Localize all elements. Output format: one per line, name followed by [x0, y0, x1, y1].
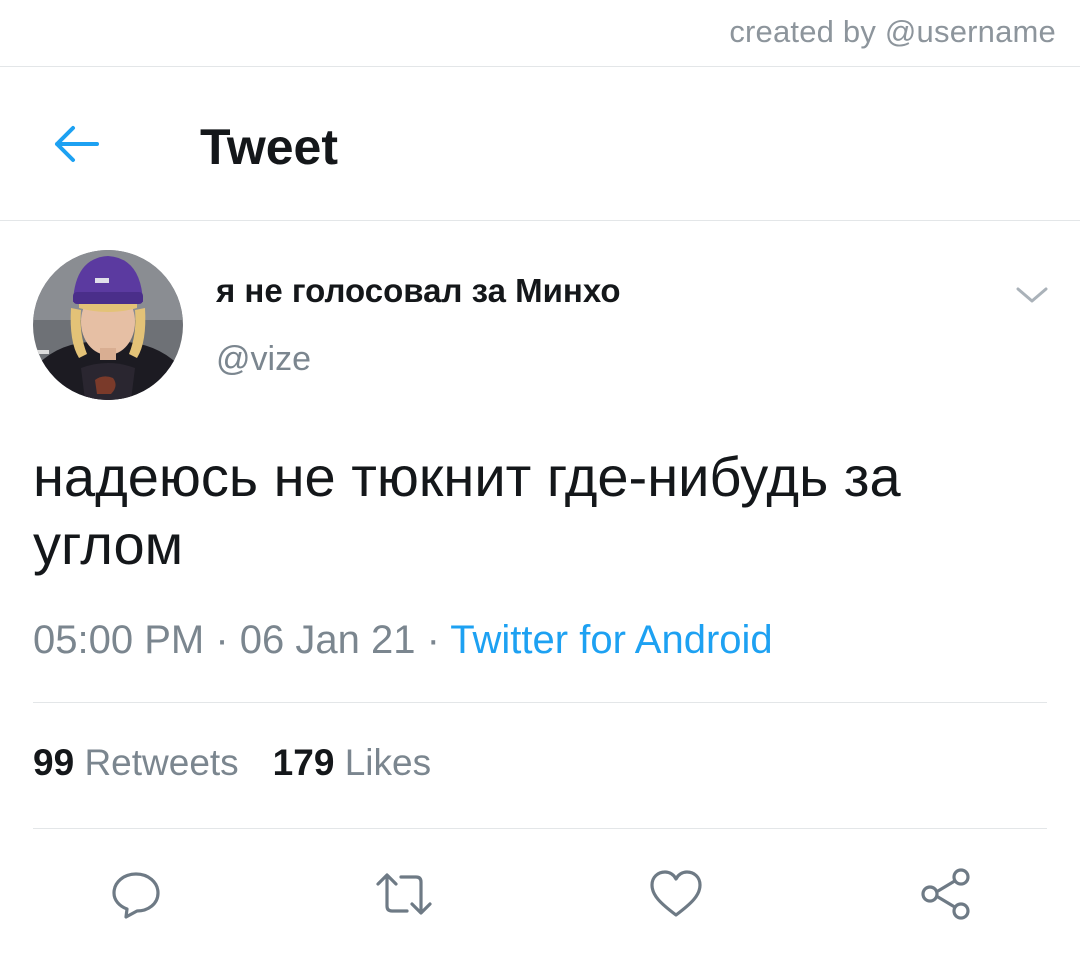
retweets-count: 99 — [33, 742, 75, 783]
like-button[interactable] — [646, 864, 706, 924]
retweet-icon — [376, 873, 432, 915]
more-options-button[interactable] — [1012, 280, 1052, 310]
likes-stat[interactable]: 179 Likes — [273, 742, 431, 783]
back-button[interactable] — [46, 118, 106, 170]
tweet-actions — [0, 860, 1080, 930]
share-icon — [921, 868, 970, 920]
avatar[interactable] — [33, 250, 183, 400]
tweet-stats: 99 Retweets 179 Likes — [33, 742, 431, 784]
likes-label: Likes — [344, 742, 432, 783]
arrow-left-icon — [55, 126, 99, 162]
retweet-button[interactable] — [374, 864, 434, 924]
reply-button[interactable] — [106, 864, 166, 924]
top-bar: Tweet — [0, 68, 1080, 220]
tweet-date: 06 Jan 21 — [239, 618, 416, 662]
tweet-text: надеюсь не тюкнит где-нибудь за углом — [33, 445, 901, 576]
chevron-down-icon — [1016, 287, 1048, 303]
page-title: Tweet — [200, 119, 338, 175]
divider — [33, 828, 1047, 829]
retweets-stat[interactable]: 99 Retweets — [33, 742, 239, 783]
likes-count: 179 — [272, 742, 335, 783]
like-icon — [650, 870, 702, 917]
creator-credit: created by @username — [729, 14, 1056, 49]
divider — [33, 702, 1047, 703]
meta-separator: · — [415, 618, 451, 662]
tweet-time: 05:00 PM — [33, 618, 205, 662]
retweets-label: Retweets — [84, 742, 239, 783]
user-handle[interactable]: @vize — [216, 340, 311, 379]
share-button[interactable] — [916, 864, 976, 924]
meta-separator: · — [204, 618, 240, 662]
tweet-source-link[interactable]: Twitter for Android — [450, 618, 772, 662]
divider — [0, 66, 1080, 67]
tweet-metadata: 05:00 PM · 06 Jan 21 · Twitter for Andro… — [33, 618, 773, 663]
divider — [0, 220, 1080, 221]
reply-icon — [112, 872, 160, 919]
avatar-photo — [33, 250, 183, 400]
display-name[interactable]: я не голосовал за Минхо — [216, 272, 621, 310]
